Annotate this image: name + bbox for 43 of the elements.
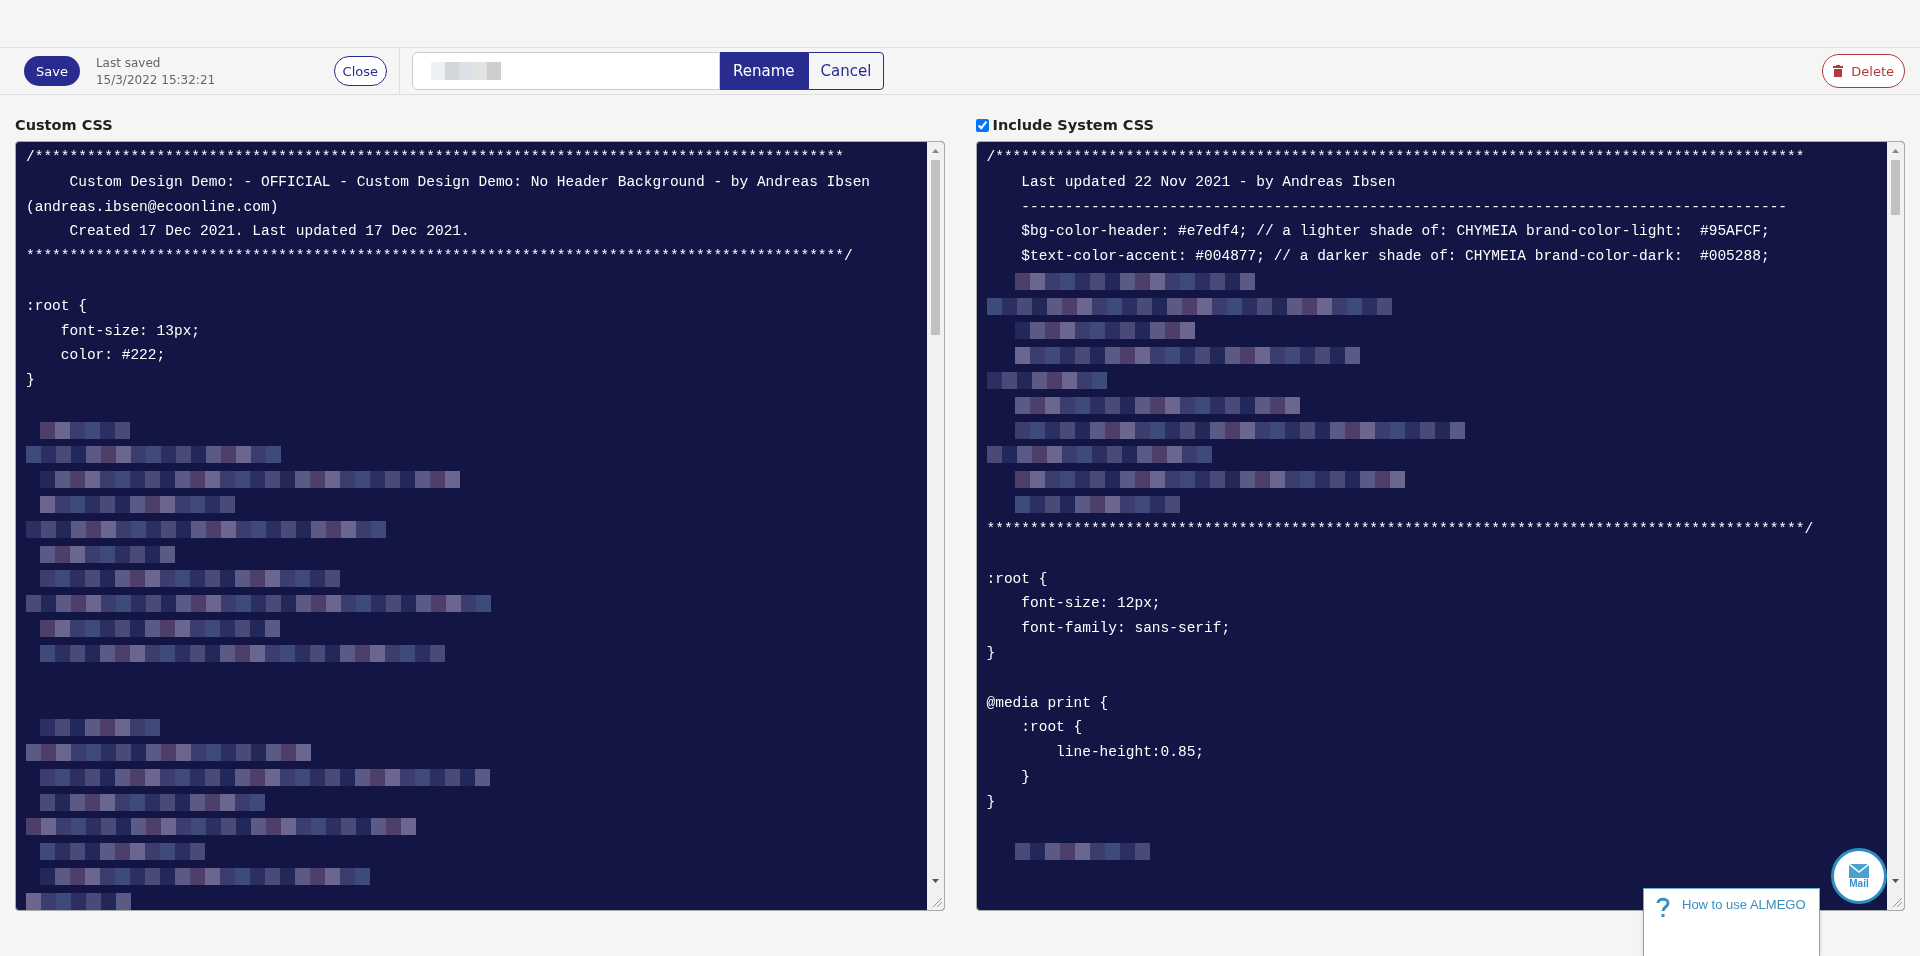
code-line: font-family: sans-serif;	[1020, 619, 1232, 639]
help-tab[interactable]: How to use ALMEGO	[1643, 888, 1820, 956]
last-saved-label: Last saved	[95, 55, 162, 70]
code-line: line-height:0.85;	[1055, 743, 1206, 763]
code-line: }	[986, 643, 997, 663]
rename-button[interactable]: Rename	[720, 52, 808, 90]
editor-label: Include System CSS	[992, 117, 1154, 133]
code-line: }	[26, 371, 36, 391]
close-button[interactable]: Close	[333, 56, 387, 86]
code-line: /*********************************************************************************************	[26, 148, 845, 167]
code-line: @media print {	[986, 693, 1110, 713]
code-line: (andreas.ibsen@ecoonline.com)	[26, 197, 280, 217]
question-icon	[1656, 897, 1670, 919]
code-line: $text-color-accent: #004877; // a darker shade of: CHYMEIA brand-color-dark: #005288;	[1020, 247, 1771, 267]
code-line: **********************************************************************************************/	[26, 247, 854, 267]
editor-label: Custom CSS	[15, 117, 113, 133]
trash-icon	[1833, 65, 1844, 77]
cancel-button[interactable]: Cancel	[807, 52, 885, 90]
code-line: Created 17 Dec 2021. Last updated 17 Dec 2021.	[68, 222, 471, 242]
code-line: }	[986, 792, 997, 812]
css-editor[interactable]	[15, 141, 945, 911]
save-button[interactable]: Save	[24, 56, 80, 86]
code-line: font-size: 13px;	[59, 321, 202, 341]
help-label: How to use ALMEGO	[1682, 897, 1806, 912]
code-line: /*********************************************************************************************	[986, 148, 1806, 167]
pixelated-block	[431, 62, 501, 80]
code-line: :root {	[26, 296, 88, 316]
code-line: color: #222;	[59, 346, 167, 366]
code-line: ----------------------------------------------------------------------------------------	[1020, 197, 1789, 217]
code-line: :root {	[1020, 718, 1084, 738]
code-line: Custom Design Demo: - OFFICIAL - Custom Design Demo: No Header Background - by Andreas Ibsen	[68, 172, 872, 192]
code-line: }	[1020, 767, 1031, 787]
css-editor[interactable]	[975, 141, 1905, 911]
delete-button[interactable]: Delete	[1822, 54, 1905, 88]
include-checkbox[interactable]	[975, 118, 989, 132]
name-field[interactable]	[412, 52, 720, 90]
code-line: $bg-color-header: #e7edf4; // a lighter shade of: CHYMEIA brand-color-light: #95AFCF;	[1020, 222, 1771, 242]
code-line: Last updated 22 Nov 2021 - by Andreas Ibsen	[1020, 172, 1397, 192]
code-line: **********************************************************************************************/	[986, 519, 1815, 539]
code-line: font-size: 12px;	[1020, 594, 1162, 614]
last-saved-time: 15/3/2022 15:32:21	[95, 72, 216, 87]
code-line: :root {	[986, 569, 1049, 589]
envelope-icon	[1849, 863, 1869, 878]
